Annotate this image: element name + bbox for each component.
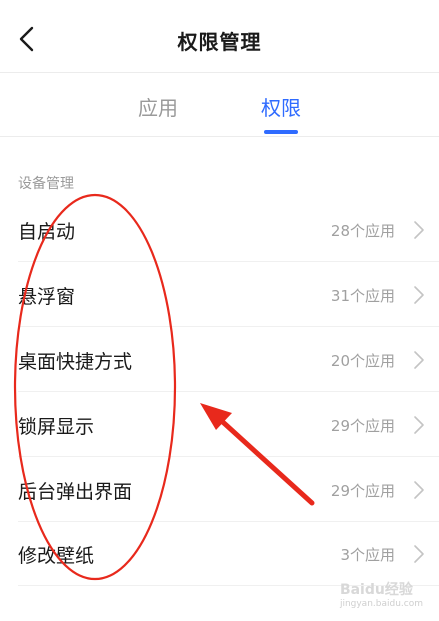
item-label: 后台弹出界面 [18,481,133,503]
tab-apps[interactable]: 应用 [118,92,198,121]
list-item[interactable]: 自启动 28个应用 [0,198,439,262]
header: 权限管理 [0,0,439,78]
chevron-right-icon [413,415,425,435]
row-separator [18,456,439,457]
page-title: 权限管理 [177,30,262,54]
item-label: 悬浮窗 [18,286,76,308]
list-item[interactable]: 悬浮窗 31个应用 [0,263,439,327]
item-label: 桌面快捷方式 [18,351,133,373]
list-item[interactable]: 后台弹出界面 29个应用 [0,458,439,522]
chevron-right-icon [413,350,425,370]
item-label: 修改壁纸 [18,545,95,567]
item-label: 自启动 [18,221,76,243]
tab-permissions[interactable]: 权限 [241,92,321,121]
tabs-divider [0,136,439,137]
section-label: 设备管理 [18,176,74,192]
row-separator [18,326,439,327]
item-count: 20个应用 [330,352,395,370]
tab-indicator [264,130,298,134]
watermark: Baidu经验 jingyan.baidu.com [340,579,423,609]
list-item[interactable]: 修改壁纸 3个应用 [0,522,439,586]
row-separator [18,261,439,262]
list-item[interactable]: 桌面快捷方式 20个应用 [0,328,439,392]
watermark-text: Baidu经验 [339,582,413,598]
item-count: 28个应用 [330,222,395,240]
item-count: 3个应用 [340,546,395,564]
chevron-right-icon [413,480,425,500]
chevron-right-icon [413,285,425,305]
item-count: 29个应用 [330,482,395,500]
item-count: 29个应用 [330,417,395,435]
row-separator [18,391,439,392]
chevron-right-icon [413,544,425,564]
header-divider [0,72,439,73]
chevron-right-icon [413,220,425,240]
item-count: 31个应用 [330,287,395,305]
tab-bar: 应用 权限 [0,78,439,136]
list-item[interactable]: 锁屏显示 29个应用 [0,393,439,457]
watermark-url: jingyan.baidu.com [339,599,423,609]
item-label: 锁屏显示 [18,416,95,438]
